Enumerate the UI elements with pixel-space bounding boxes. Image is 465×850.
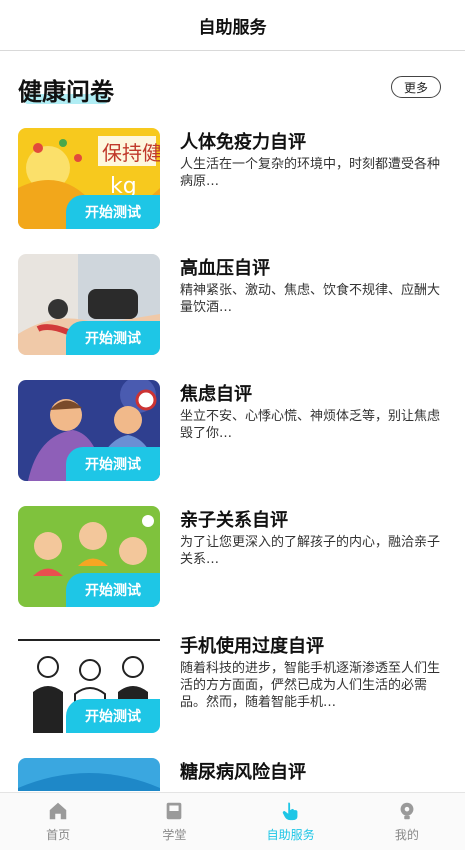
tab-label: 学堂	[162, 828, 187, 842]
start-test-button[interactable]: 开始测试	[66, 573, 160, 607]
hand-pointer-icon	[282, 802, 298, 821]
phone-usage-thumbnail: 开始测试	[18, 632, 160, 733]
tab-label: 首页	[46, 828, 71, 842]
section-title: 健康问卷	[18, 78, 114, 106]
start-test-button[interactable]: 开始测试	[66, 321, 160, 355]
tab-label: 我的	[394, 828, 419, 842]
parent-child-thumbnail: 开始测试	[18, 506, 160, 607]
start-test-button[interactable]: 开始测试	[66, 195, 160, 229]
svg-text:保持健: 保持健	[102, 141, 160, 165]
list-item[interactable]: 保持健 kg 开始测试 人体免疫力自评 人生活在一个复杂的环境中，时刻都遭受各种…	[18, 116, 446, 242]
questionnaire-list[interactable]: 保持健 kg 开始测试 人体免疫力自评 人生活在一个复杂的环境中，时刻都遭受各种…	[18, 116, 446, 791]
immunity-thumbnail: 保持健 kg 开始测试	[18, 128, 160, 229]
bottom-tab-bar: 首页 学堂 自助服务 我的	[0, 792, 465, 850]
list-item[interactable]: 开始测试 手机使用过度自评 随着科技的进步，智能手机逐渐渗透至人们生活的方方面面…	[18, 620, 446, 746]
tab-label: 自助服务	[266, 828, 315, 842]
item-title: 糖尿病风险自评	[180, 762, 306, 783]
more-button[interactable]: 更多	[391, 76, 441, 98]
page-title: 自助服务	[198, 17, 267, 38]
diabetes-thumbnail	[18, 758, 160, 791]
list-item[interactable]: 开始测试 焦虑自评 坐立不安、心悸心慌、神烦体乏等，别让焦虑毁了你…	[18, 368, 446, 494]
list-item[interactable]: 开始测试 高血压自评 精神紧张、激动、焦虑、饮食不规律、应酬大量饮酒…	[18, 242, 446, 368]
start-test-button[interactable]: 开始测试	[66, 447, 160, 481]
top-bar: 自助服务	[0, 0, 465, 51]
item-description: 为了让您更深入的了解孩子的内心，融洽亲子关系…	[180, 535, 441, 567]
section-header: 健康问卷 更多	[18, 70, 443, 110]
item-title: 亲子关系自评	[180, 510, 288, 531]
item-title: 手机使用过度自评	[180, 636, 324, 657]
item-description: 精神紧张、激动、焦虑、饮食不规律、应酬大量饮酒…	[180, 283, 441, 315]
hypertension-thumbnail: 开始测试	[18, 254, 160, 355]
tab-self-service[interactable]: 自助服务	[233, 793, 349, 850]
list-item[interactable]: 糖尿病风险自评	[18, 746, 446, 791]
start-test-button[interactable]: 开始测试	[66, 699, 160, 733]
item-description: 人生活在一个复杂的环境中，时刻都遭受各种病原…	[180, 157, 441, 189]
anxiety-thumbnail: 开始测试	[18, 380, 160, 481]
item-description: 坐立不安、心悸心慌、神烦体乏等，别让焦虑毁了你…	[180, 409, 441, 441]
list-item[interactable]: 开始测试 亲子关系自评 为了让您更深入的了解孩子的内心，融洽亲子关系…	[18, 494, 446, 620]
home-icon	[49, 802, 67, 820]
item-title: 高血压自评	[180, 258, 270, 279]
book-icon	[167, 802, 182, 820]
user-icon	[400, 802, 414, 820]
item-title: 焦虑自评	[180, 384, 252, 405]
tab-mine[interactable]: 我的	[349, 793, 465, 850]
item-title: 人体免疫力自评	[180, 132, 306, 153]
tab-school[interactable]: 学堂	[116, 793, 232, 850]
item-description: 随着科技的进步，智能手机逐渐渗透至人们生活的方方面面，俨然已成为人们生活的必需品…	[180, 661, 441, 710]
tab-home[interactable]: 首页	[0, 793, 116, 850]
